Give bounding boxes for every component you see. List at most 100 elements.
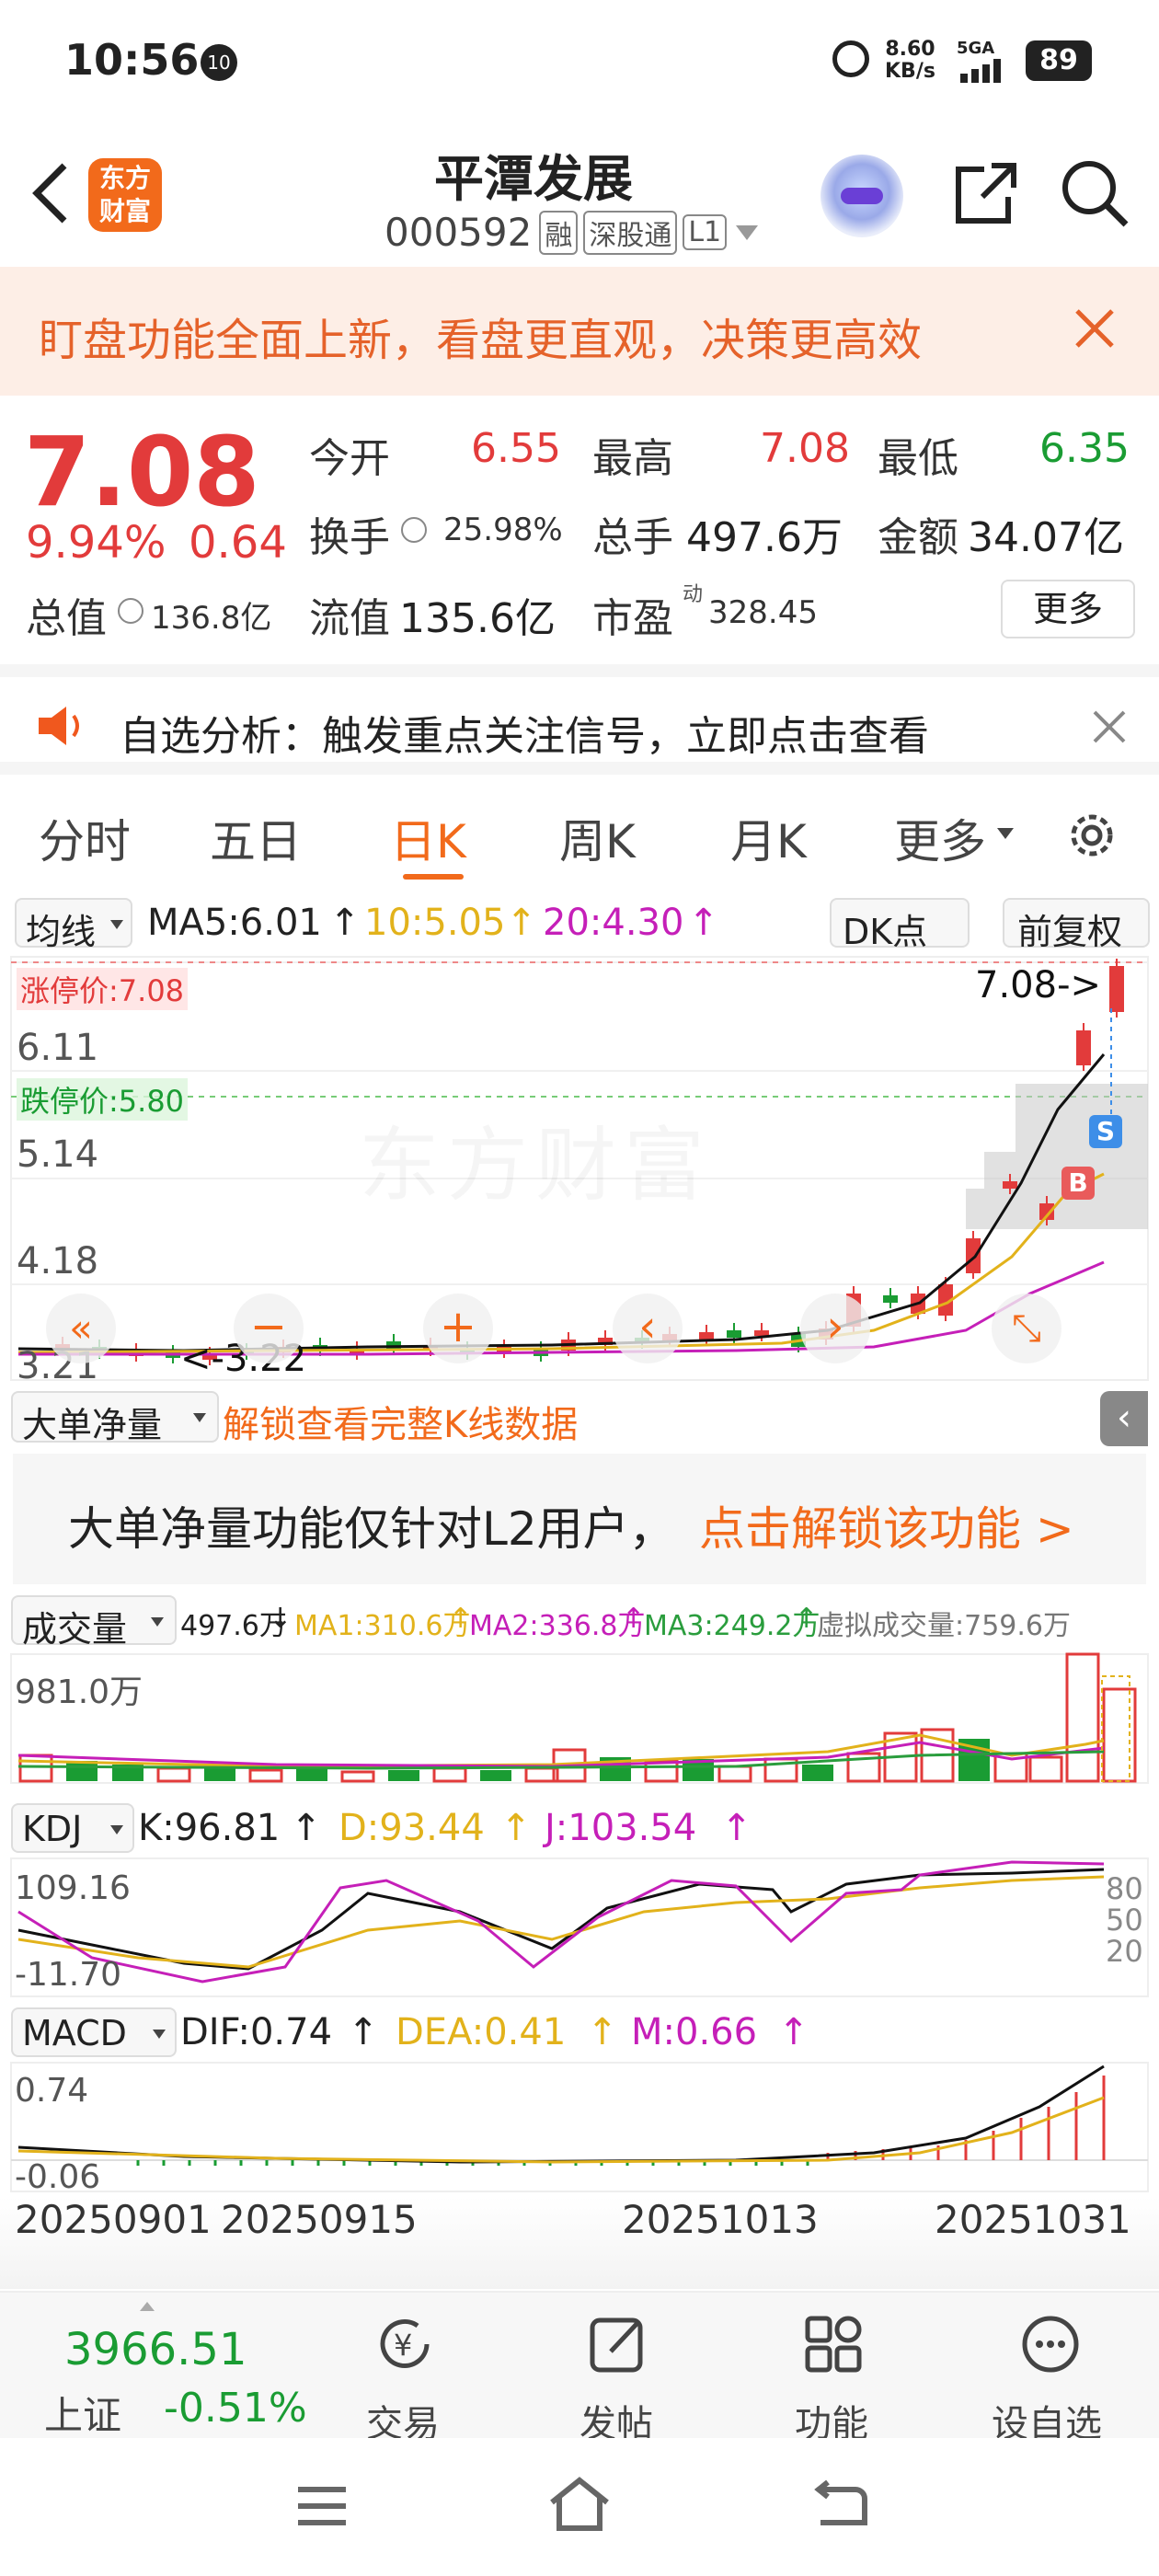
- kdj-y-top: 109.16: [15, 1869, 131, 1907]
- kdj-d: D:93.44: [339, 1807, 485, 1849]
- macd-dea-line: [17, 2096, 1105, 2164]
- notification-badge: 10: [201, 44, 237, 81]
- big-order-selector[interactable]: 大单净量: [11, 1391, 219, 1445]
- zoom-out-icon[interactable]: −: [234, 1294, 304, 1363]
- ma10-value: 10:5.05: [364, 902, 506, 944]
- caret-down-icon: [151, 1617, 164, 1627]
- share-icon[interactable]: [947, 156, 1021, 230]
- info-icon[interactable]: [401, 517, 427, 543]
- net-speed: 8.60: [885, 38, 935, 61]
- kdj-selector[interactable]: KDJ: [11, 1803, 134, 1853]
- ma5-value: MA5:6.01: [147, 902, 322, 944]
- kdj-d-arrow: ↑: [500, 1807, 532, 1849]
- ma-selector[interactable]: 均线: [15, 898, 132, 952]
- index-name: 上证: [44, 2393, 122, 2438]
- macd-y-top: 0.74: [15, 2072, 89, 2110]
- index-change: -0.51%: [164, 2385, 307, 2432]
- kdj-y-bottom: -11.70: [15, 1956, 122, 1994]
- last-price: 7.08: [24, 416, 260, 528]
- volume-ma3: MA3:249.2万: [644, 1610, 820, 1642]
- more-dots-icon[interactable]: [1017, 2311, 1084, 2377]
- close-icon[interactable]: [1072, 305, 1118, 351]
- close-icon[interactable]: [1091, 708, 1128, 745]
- adjust-button[interactable]: 前复权: [1003, 898, 1150, 952]
- tab-daily-k[interactable]: 日K: [390, 805, 466, 871]
- buy-marker[interactable]: B: [1061, 1167, 1095, 1200]
- ma20-value: 20:4.30: [543, 902, 684, 944]
- volume-bar: [296, 1768, 327, 1781]
- kdj-level-20: 20: [1106, 1934, 1143, 1969]
- robot-avatar-icon[interactable]: [820, 155, 903, 237]
- y-tick-2: 5.14: [17, 1133, 99, 1176]
- virtual-volume: 虚拟成交量:759.6万: [817, 1610, 1071, 1642]
- expand-icon[interactable]: ⤡: [992, 1294, 1061, 1363]
- macd-m: M:0.66: [631, 2011, 758, 2053]
- function-grid-icon[interactable]: [800, 2311, 866, 2377]
- candle: [727, 1330, 741, 1338]
- candle: [966, 1238, 981, 1273]
- open-value: 6.55: [471, 425, 561, 472]
- tab-five-day[interactable]: 五日: [210, 805, 302, 871]
- ma20-arrow: ↑: [688, 902, 719, 944]
- stock-code-row[interactable]: 000592 融 深股通 L1: [384, 210, 759, 255]
- tab-more[interactable]: 更多: [894, 805, 986, 871]
- index-value[interactable]: 3966.51: [64, 2324, 247, 2375]
- svg-text:¥: ¥: [394, 2328, 412, 2363]
- tab-weekly-k[interactable]: 周K: [559, 805, 636, 871]
- volume-bar: [802, 1765, 833, 1781]
- l2-notice[interactable]: 大单净量功能仅针对L2用户， 点击解锁该功能 >: [13, 1454, 1146, 1584]
- zoom-in-icon[interactable]: +: [423, 1294, 493, 1363]
- float-label: 流值: [309, 595, 390, 642]
- mcap-value: 136.8亿: [151, 600, 272, 637]
- search-icon[interactable]: [1058, 156, 1131, 230]
- info-icon[interactable]: [118, 598, 143, 624]
- macd-dea: DEA:0.41: [396, 2011, 567, 2053]
- macd-selector[interactable]: MACD: [11, 2007, 177, 2057]
- volume-bar: [1028, 1755, 1063, 1783]
- active-tab-indicator: [403, 874, 464, 880]
- caret-down-icon: [153, 2030, 166, 2039]
- macd-m-arrow: ↑: [778, 2011, 809, 2053]
- tag-connect: 深股通: [583, 210, 678, 255]
- step-left-icon[interactable]: ‹: [613, 1294, 683, 1363]
- dk-point-button[interactable]: DK点: [830, 898, 970, 952]
- quote-panel: 7.08 9.94% 0.64 总值 136.8亿 今开 6.55 最高 7.0…: [0, 405, 1159, 662]
- macd-dif: DIF:0.74: [180, 2011, 333, 2053]
- kdj-level-80: 80: [1106, 1871, 1143, 1906]
- volume-bar: [248, 1768, 283, 1783]
- change-amount: 0.64: [189, 517, 287, 569]
- candle: [754, 1330, 769, 1336]
- turnover-value: 25.98%: [443, 512, 563, 548]
- ma10-arrow: ↑: [506, 902, 537, 944]
- l2-notice-link[interactable]: 点击解锁该功能 >: [699, 1492, 1074, 1558]
- unlock-link[interactable]: 解锁查看完整K线数据: [223, 1395, 578, 1448]
- more-button[interactable]: 更多: [1001, 580, 1135, 638]
- menu-icon[interactable]: [294, 2480, 350, 2532]
- post-icon[interactable]: [585, 2311, 651, 2377]
- collapse-tab-icon[interactable]: ‹: [1100, 1391, 1148, 1446]
- open-label: 今开: [309, 435, 390, 482]
- change-pct: 9.94%: [26, 517, 166, 569]
- promo-banner[interactable]: 盯盘功能全面上新，看盘更直观，决策更高效: [0, 267, 1159, 396]
- tab-monthly-k[interactable]: 月K: [730, 805, 807, 871]
- stock-title: 平潭发展: [434, 150, 633, 208]
- volume-selector-label: 成交量: [22, 1609, 128, 1650]
- volume-bar: [432, 1766, 467, 1783]
- l2-notice-text: 大单净量功能仅针对L2用户，: [68, 1502, 675, 1556]
- home-icon[interactable]: [546, 2475, 613, 2534]
- network-label: 5GA: [957, 39, 995, 58]
- kline-chart[interactable]: 东方财富 涨停价:7.08 跌停价:5.80 6.11 5.14 4.18 3.…: [0, 953, 1159, 1387]
- alert-bar[interactable]: 自选分析：触发重点关注信号，立即点击查看: [0, 664, 1159, 775]
- gear-icon[interactable]: [1062, 806, 1121, 865]
- last-price-marker: 7.08->: [975, 964, 1102, 1006]
- sell-marker[interactable]: S: [1089, 1115, 1122, 1148]
- tab-intraday[interactable]: 分时: [39, 805, 131, 871]
- scroll-left-icon[interactable]: «: [46, 1294, 116, 1363]
- bottom-nav: 3966.51 上证 -0.51% ¥ 交易 发帖 功能 设自选: [0, 2291, 1159, 2445]
- volume-selector[interactable]: 成交量: [11, 1595, 177, 1650]
- trade-icon[interactable]: ¥: [372, 2311, 438, 2377]
- speaker-icon: [35, 703, 86, 749]
- step-right-icon[interactable]: ›: [800, 1294, 870, 1363]
- back-nav-icon[interactable]: [809, 2478, 868, 2534]
- kdj-k-arrow: ↑: [291, 1807, 322, 1849]
